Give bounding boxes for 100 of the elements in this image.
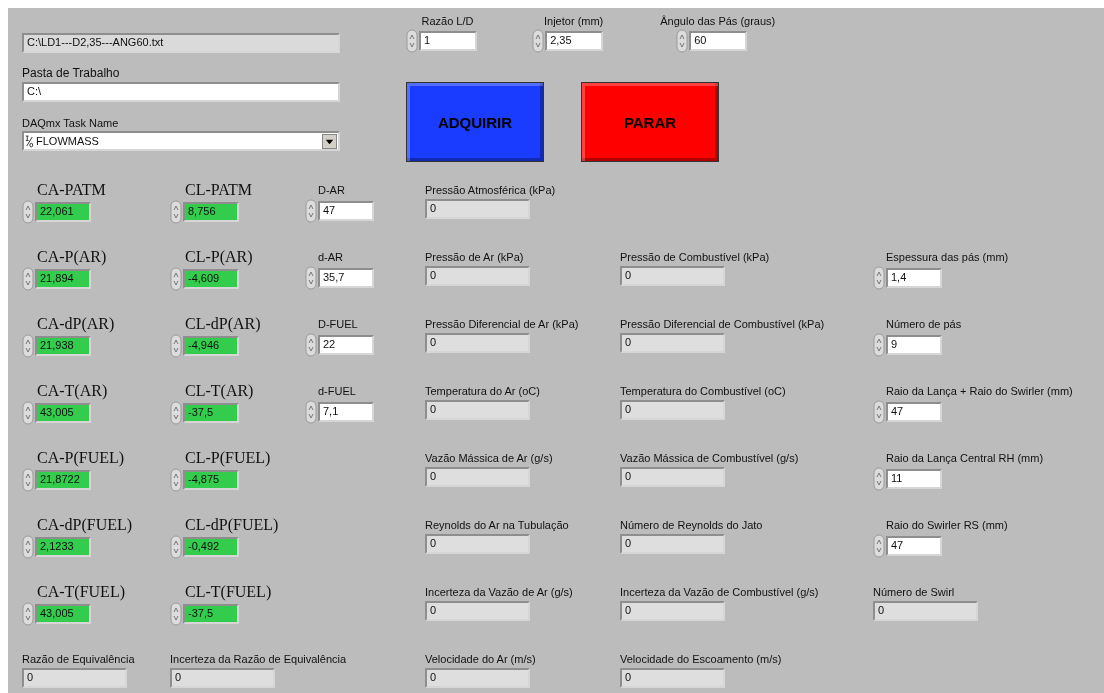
indicator-label: Temperatura do Ar (oC) <box>425 384 540 398</box>
spinner-arrows[interactable] <box>170 602 182 626</box>
spinner-arrows[interactable] <box>170 535 182 559</box>
indicator-label: Velocidade do Escoamento (m/s) <box>620 652 782 666</box>
spinner-arrows[interactable] <box>873 467 885 491</box>
spinner-arrows[interactable] <box>406 29 418 53</box>
control-label: D-FUEL <box>318 317 358 331</box>
numeric-field[interactable]: 9 <box>886 335 942 355</box>
control-label: Espessura das pás (mm) <box>886 250 1009 264</box>
spinner-arrows[interactable] <box>22 267 34 291</box>
reading-label: CA-P(AR) <box>37 248 107 266</box>
indicator-display: 0 <box>425 199 530 219</box>
reading-label: CA-PATM <box>37 181 106 199</box>
indicator-label: Velocidade do Ar (m/s) <box>425 652 536 666</box>
numeric-field[interactable]: 1,4 <box>886 268 942 288</box>
spinner-arrows[interactable] <box>22 535 34 559</box>
spinner-arrows[interactable] <box>305 333 317 357</box>
reading-field[interactable]: 22,061 <box>35 202 91 222</box>
indicator-display: 0 <box>620 534 725 554</box>
reading-field[interactable]: 8,756 <box>183 202 239 222</box>
indicator-display: 0 <box>620 400 725 420</box>
spinner-arrows[interactable] <box>305 199 317 223</box>
indicator-display: 0 <box>425 333 530 353</box>
reading-label: CL-dP(AR) <box>185 315 261 333</box>
numeric-field[interactable]: 1 <box>419 31 477 51</box>
indicator-label: Incerteza da Vazão de Ar (g/s) <box>425 585 573 599</box>
reading-field[interactable]: 43,005 <box>35 604 91 624</box>
indicator-label: Temperatura do Combustível (oC) <box>620 384 786 398</box>
field-label: DAQmx Task Name <box>22 116 119 130</box>
spinner-arrows[interactable] <box>305 266 317 290</box>
file-path-display: C:\LD1---D2,35---ANG60.txt <box>22 33 340 53</box>
spinner-arrows[interactable] <box>676 29 689 53</box>
numeric-field[interactable]: 22 <box>318 335 374 355</box>
indicator-label: Incerteza da Razão de Equivalência <box>170 652 347 666</box>
spinner-arrows[interactable] <box>532 29 545 53</box>
indicator-display: 0 <box>425 467 530 487</box>
control-label: d-AR <box>318 250 344 264</box>
task-name-dropdown[interactable]: FLOWMASS <box>22 131 340 151</box>
spinner-arrows[interactable] <box>305 400 317 424</box>
reading-label: CA-P(FUEL) <box>37 449 125 467</box>
reading-field[interactable]: -4,875 <box>183 470 239 490</box>
spinner-arrows[interactable] <box>22 401 34 425</box>
spinner-arrows[interactable] <box>22 200 34 224</box>
numeric-field[interactable]: 47 <box>886 402 942 422</box>
reading-label: CL-T(AR) <box>185 382 254 400</box>
indicator-label: Razão de Equivalência <box>22 652 135 666</box>
reading-field[interactable]: -37,5 <box>183 403 239 423</box>
numeric-field[interactable]: 2,35 <box>545 31 604 51</box>
spinner-arrows[interactable] <box>170 200 182 224</box>
indicator-label: Pressão Atmosférica (kPa) <box>425 183 556 197</box>
reading-label: CA-T(AR) <box>37 382 108 400</box>
numeric-field[interactable]: 35,7 <box>318 268 374 288</box>
indicator-label: Pressão de Ar (kPa) <box>425 250 524 264</box>
indicator-display: 0 <box>620 467 725 487</box>
indicator-display: 0 <box>425 266 530 286</box>
control-label: Injetor (mm) <box>544 14 604 28</box>
numeric-field[interactable]: 7,1 <box>318 402 374 422</box>
reading-field[interactable]: 2,1233 <box>35 537 91 557</box>
numeric-field[interactable]: 47 <box>318 201 374 221</box>
spinner-arrows[interactable] <box>170 468 182 492</box>
indicator-display: 0 <box>170 668 275 688</box>
spinner-arrows[interactable] <box>873 333 885 357</box>
indicator-label: Incerteza da Vazão de Combustível (g/s) <box>620 585 819 599</box>
folder-path-field[interactable]: C:\ <box>22 82 340 102</box>
spinner-arrows[interactable] <box>170 267 182 291</box>
reading-field[interactable]: -0,492 <box>183 537 239 557</box>
spinner-arrows[interactable] <box>873 400 885 424</box>
indicator-display: 0 <box>425 400 530 420</box>
reading-label: CL-T(FUEL) <box>185 583 272 601</box>
numeric-field[interactable]: 60 <box>689 31 748 51</box>
indicator-label: Pressão de Combustível (kPa) <box>620 250 770 264</box>
reading-label: CL-P(AR) <box>185 248 253 266</box>
spinner-arrows[interactable] <box>170 401 182 425</box>
spinner-arrows[interactable] <box>22 602 34 626</box>
indicator-label: Vazão Mássica de Combustível (g/s) <box>620 451 799 465</box>
control-label: Raio da Lança + Raio do Swirler (mm) <box>886 384 1073 398</box>
control-label: d-FUEL <box>318 384 356 398</box>
reading-field[interactable]: 43,005 <box>35 403 91 423</box>
numeric-field[interactable]: 11 <box>886 469 942 489</box>
indicator-label: Número de Reynolds do Jato <box>620 518 763 532</box>
control-label: Raio do Swirler RS (mm) <box>886 518 1008 532</box>
reading-field[interactable]: 21,938 <box>35 336 91 356</box>
spinner-arrows[interactable] <box>873 534 885 558</box>
spinner-arrows[interactable] <box>22 334 34 358</box>
reading-label: CA-T(FUEL) <box>37 583 125 601</box>
reading-field[interactable]: 21,8722 <box>35 470 91 490</box>
spinner-arrows[interactable] <box>873 266 885 290</box>
reading-label: CL-dP(FUEL) <box>185 516 279 534</box>
indicator-label: Pressão Diferencial de Combustível (kPa) <box>620 317 825 331</box>
numeric-field[interactable]: 47 <box>886 536 942 556</box>
indicator-display: 0 <box>620 333 725 353</box>
reading-field[interactable]: -4,609 <box>183 269 239 289</box>
reading-field[interactable]: -4,946 <box>183 336 239 356</box>
spinner-arrows[interactable] <box>170 334 182 358</box>
spinner-arrows[interactable] <box>22 468 34 492</box>
reading-field[interactable]: 21,894 <box>35 269 91 289</box>
control-label: Raio da Lança Central RH (mm) <box>886 451 1044 465</box>
reading-field[interactable]: -37,5 <box>183 604 239 624</box>
control-label: D-AR <box>318 183 345 197</box>
action-button[interactable]: PARAR <box>581 82 719 162</box>
